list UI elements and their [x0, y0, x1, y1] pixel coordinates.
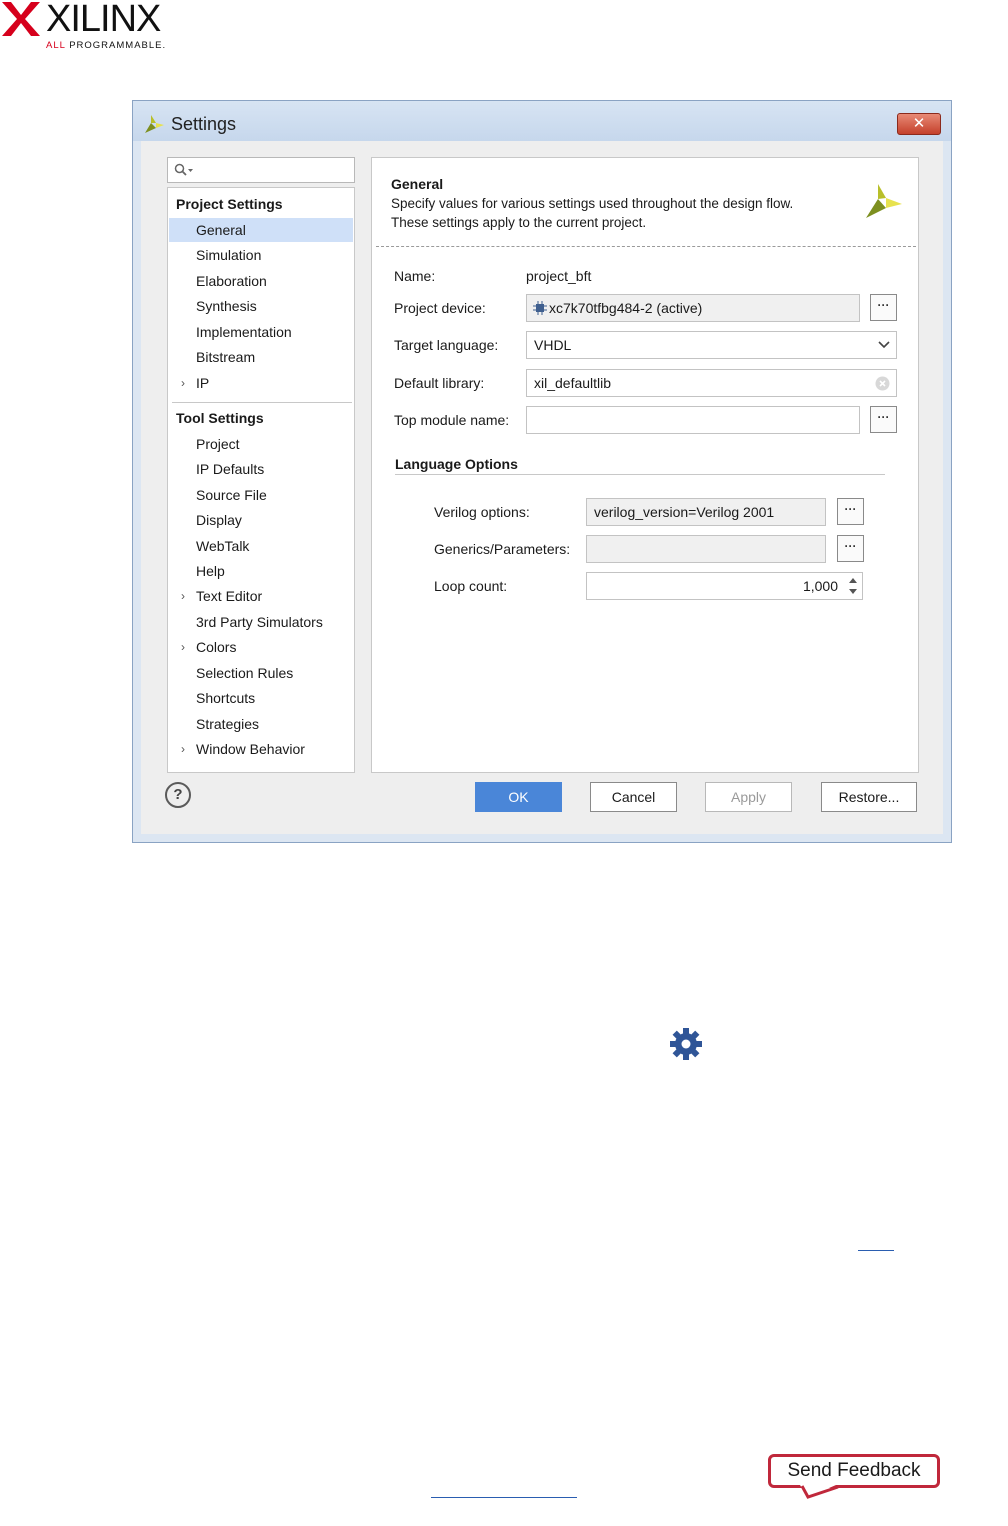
- nav-item-project[interactable]: Project: [169, 432, 353, 456]
- panel-description-line-1: Specify values for various settings used…: [391, 196, 794, 211]
- dialog-title: Settings: [171, 114, 237, 134]
- ok-button[interactable]: OK: [475, 782, 562, 812]
- verilog-options-field: verilog_version=Verilog 2001: [586, 498, 826, 526]
- gear-icon: [670, 1028, 702, 1060]
- chevron-down-icon[interactable]: [878, 341, 890, 349]
- chevron-right-icon[interactable]: ›: [181, 635, 185, 659]
- dialog-titlebar: Settings ✕: [133, 101, 951, 141]
- chevron-right-icon[interactable]: ›: [181, 737, 185, 761]
- logo-tagline: ALL PROGRAMMABLE.: [46, 40, 167, 51]
- header-divider: [376, 246, 916, 247]
- nav-item-3rd-party-simulators[interactable]: 3rd Party Simulators: [169, 610, 353, 634]
- settings-search-input[interactable]: [167, 157, 355, 183]
- nav-item-selection-rules[interactable]: Selection Rules: [169, 661, 353, 685]
- language-options-divider: [395, 474, 885, 475]
- settings-dialog: Settings ✕ Project Settings General Simu…: [132, 100, 952, 843]
- loop-count-spinner[interactable]: 1,000: [586, 572, 863, 600]
- close-button[interactable]: ✕: [897, 113, 941, 135]
- nav-item-ip-defaults[interactable]: IP Defaults: [169, 457, 353, 481]
- top-module-label: Top module name:: [394, 412, 510, 428]
- target-language-select[interactable]: VHDL: [526, 331, 897, 359]
- top-module-input[interactable]: [526, 406, 860, 434]
- send-feedback-button[interactable]: Send Feedback: [768, 1454, 940, 1488]
- nav-item-bitstream[interactable]: Bitstream: [169, 345, 353, 369]
- nav-item-synthesis[interactable]: Synthesis: [169, 294, 353, 318]
- feedback-bubble-tail-icon: [800, 1485, 839, 1499]
- name-label: Name:: [394, 268, 436, 284]
- default-library-label: Default library:: [394, 375, 485, 391]
- restore-button[interactable]: Restore...: [821, 782, 917, 812]
- chevron-right-icon[interactable]: ›: [181, 371, 185, 395]
- nav-divider: [172, 402, 352, 403]
- xilinx-logo: XILINX ALL PROGRAMMABLE.: [0, 0, 200, 60]
- chip-icon: [533, 301, 547, 315]
- nav-item-text-editor[interactable]: › Text Editor: [169, 584, 353, 608]
- nav-header-project-settings: Project Settings: [176, 196, 283, 212]
- dialog-client: Project Settings General Simulation Elab…: [141, 141, 943, 834]
- project-device-field: xc7k70tfbg484-2 (active): [526, 294, 860, 322]
- cancel-button[interactable]: Cancel: [590, 782, 677, 812]
- general-settings-panel: General Specify values for various setti…: [371, 157, 919, 773]
- vivado-logo-icon: [866, 184, 902, 218]
- project-device-label: Project device:: [394, 300, 486, 316]
- nav-item-implementation[interactable]: Implementation: [169, 320, 353, 344]
- target-language-label: Target language:: [394, 337, 499, 353]
- nav-item-window-behavior[interactable]: › Window Behavior: [169, 737, 353, 761]
- panel-heading: General: [391, 176, 444, 192]
- help-button[interactable]: ?: [165, 782, 191, 808]
- verilog-options-browse-button[interactable]: ···: [837, 498, 864, 525]
- clear-icon[interactable]: [875, 376, 890, 391]
- spinner-arrows-icon[interactable]: [848, 576, 858, 596]
- nav-header-tool-settings: Tool Settings: [176, 410, 264, 426]
- default-library-input[interactable]: xil_defaultlib: [526, 369, 897, 397]
- link-underline[interactable]: [858, 1250, 894, 1251]
- project-device-browse-button[interactable]: ···: [870, 294, 897, 321]
- nav-item-ip[interactable]: › IP: [169, 371, 353, 395]
- generics-parameters-browse-button[interactable]: ···: [837, 535, 864, 562]
- logo-wordmark: XILINX: [46, 0, 161, 40]
- xilinx-mark-icon: [2, 2, 40, 36]
- search-icon: [174, 163, 193, 176]
- top-module-browse-button[interactable]: ···: [870, 406, 897, 433]
- nav-item-simulation[interactable]: Simulation: [169, 243, 353, 267]
- nav-item-shortcuts[interactable]: Shortcuts: [169, 686, 353, 710]
- vivado-icon: [145, 115, 164, 133]
- apply-button[interactable]: Apply: [705, 782, 792, 812]
- nav-item-general[interactable]: General: [169, 218, 353, 242]
- generics-parameters-label: Generics/Parameters:: [434, 541, 571, 557]
- verilog-options-label: Verilog options:: [434, 504, 530, 520]
- nav-item-elaboration[interactable]: Elaboration: [169, 269, 353, 293]
- settings-nav-tree: Project Settings General Simulation Elab…: [167, 187, 355, 773]
- nav-item-colors[interactable]: › Colors: [169, 635, 353, 659]
- nav-item-strategies[interactable]: Strategies: [169, 712, 353, 736]
- language-options-heading: Language Options: [395, 456, 518, 472]
- generics-parameters-field: [586, 535, 826, 563]
- chevron-right-icon[interactable]: ›: [181, 584, 185, 608]
- loop-count-label: Loop count:: [434, 578, 508, 594]
- panel-description-line-2: These settings apply to the current proj…: [391, 215, 647, 230]
- name-value: project_bft: [526, 268, 592, 284]
- nav-item-webtalk[interactable]: WebTalk: [169, 534, 353, 558]
- nav-item-display[interactable]: Display: [169, 508, 353, 532]
- nav-item-source-file[interactable]: Source File: [169, 483, 353, 507]
- nav-item-help[interactable]: Help: [169, 559, 353, 583]
- link-underline[interactable]: [431, 1497, 577, 1498]
